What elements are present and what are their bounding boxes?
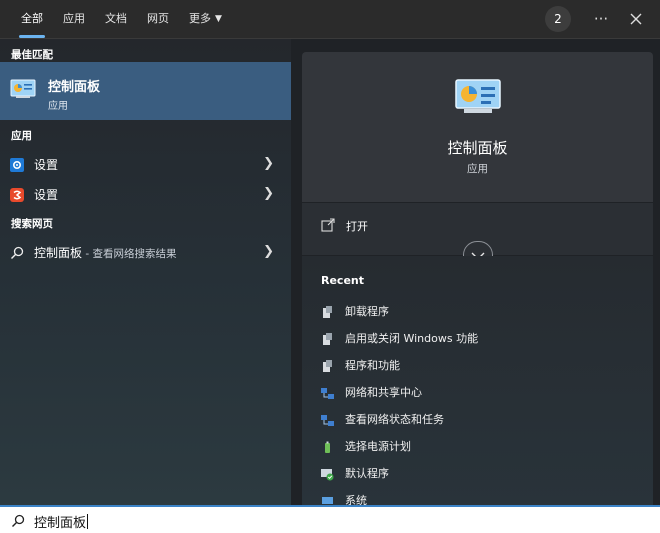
control-panel-large-icon (454, 77, 502, 121)
recent-item[interactable]: 默认程序 (321, 462, 641, 484)
chevron-right-icon: ❯ (263, 156, 274, 171)
tab-documents[interactable]: 文档 (95, 0, 137, 38)
app-result-settings-2[interactable]: 设置 ❯ (0, 180, 291, 208)
programs-icon (321, 331, 334, 345)
recent-item[interactable]: 网络和共享中心 (321, 381, 641, 403)
battery-icon (321, 439, 334, 453)
recent-item[interactable]: 选择电源计划 (321, 435, 641, 457)
best-match-title: 控制面板 (48, 80, 101, 95)
search-icon (11, 513, 25, 532)
app-result-label: 设置 (34, 188, 59, 202)
recent-item-label: 启用或关闭 Windows 功能 (345, 332, 479, 345)
chevron-right-icon: ❯ (263, 244, 274, 259)
more-options-icon[interactable]: ··· (591, 9, 611, 29)
recent-item[interactable]: 程序和功能 (321, 354, 641, 376)
gear-icon (10, 157, 24, 172)
recent-item-label: 默认程序 (345, 467, 389, 480)
caret-down-icon: ▼ (215, 14, 222, 24)
chevron-right-icon: ❯ (263, 186, 274, 201)
section-apps: 应用 (11, 130, 32, 142)
network-icon (321, 385, 334, 399)
section-best-match: 最佳匹配 (11, 49, 53, 61)
programs-icon (321, 304, 334, 318)
recent-item-label: 选择电源计划 (345, 440, 411, 453)
recent-item-label: 卸载程序 (345, 305, 389, 318)
best-match-item[interactable]: 控制面板 应用 (0, 62, 291, 120)
recent-list: Recent 卸载程序 启用或关闭 Windows 功能 程序和功能 网络和共享… (302, 256, 653, 507)
preview-kind: 应用 (467, 163, 488, 175)
tab-web[interactable]: 网页 (137, 0, 179, 38)
tab-apps[interactable]: 应用 (53, 0, 95, 38)
rewards-badge[interactable]: 2 (545, 6, 571, 32)
recent-item-label: 查看网络状态和任务 (345, 413, 444, 426)
tab-more-label: 更多 (189, 12, 211, 25)
preview-header: 控制面板 应用 (302, 52, 653, 202)
recent-item[interactable]: 查看网络状态和任务 (321, 408, 641, 430)
web-result-label: 控制面板 - 查看网络搜索结果 (34, 246, 177, 260)
preview-title: 控制面板 (447, 139, 508, 157)
settings-app-icon (10, 187, 24, 202)
recent-item-label: 程序和功能 (345, 359, 400, 372)
open-label: 打开 (346, 220, 368, 233)
search-box[interactable]: 控制面板 (0, 505, 660, 533)
web-search-result[interactable]: 控制面板 - 查看网络搜索结果 ❯ (0, 238, 291, 266)
network-icon (321, 412, 334, 426)
app-result-settings[interactable]: 设置 ❯ (0, 150, 291, 178)
recent-item-label: 网络和共享中心 (345, 386, 422, 399)
results-pane: 最佳匹配 控制面板 应用 应用 设置 ❯ 设置 ❯ 搜索网页 控制面板 - 查看… (0, 39, 291, 505)
open-icon (321, 217, 335, 236)
control-panel-icon (10, 78, 36, 104)
text-cursor (87, 514, 89, 529)
app-result-label: 设置 (34, 158, 59, 172)
search-icon (10, 245, 24, 259)
recent-item[interactable]: 启用或关闭 Windows 功能 (321, 327, 641, 349)
tab-more[interactable]: 更多 ▼ (179, 0, 232, 38)
section-web-search: 搜索网页 (11, 218, 53, 230)
tab-all[interactable]: 全部 (11, 0, 53, 38)
best-match-subtitle: 应用 (48, 101, 68, 112)
search-input[interactable]: 控制面板 (34, 512, 89, 531)
programs-icon (321, 358, 334, 372)
default-programs-icon (321, 466, 334, 481)
recent-item[interactable]: 卸载程序 (321, 300, 641, 322)
close-icon[interactable] (626, 9, 646, 29)
web-result-hint: - 查看网络搜索结果 (82, 248, 177, 260)
recent-heading: Recent (321, 274, 365, 287)
